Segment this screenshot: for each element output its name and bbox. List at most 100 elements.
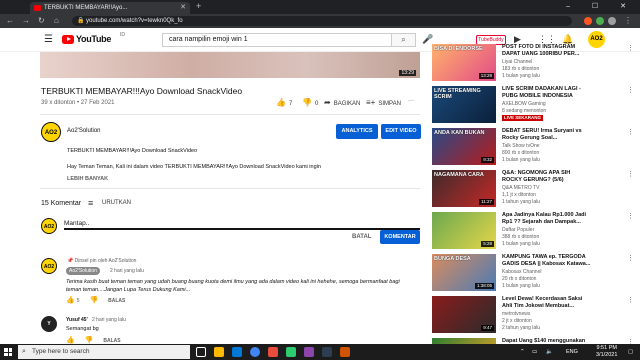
cancel-button[interactable]: BATAL — [352, 234, 371, 240]
more-options-icon[interactable]: ⋮ — [627, 170, 634, 178]
comment-dislike-icon[interactable]: 👎 — [89, 297, 98, 304]
more-options-icon[interactable]: ⋮ — [627, 212, 634, 220]
recommended-video[interactable]: 9:47 Level Dewa! Kecerdasan Saksi Ahli Tim… — [432, 296, 636, 336]
like-count: 7 — [288, 101, 293, 107]
comment-avatar[interactable]: Y — [41, 316, 57, 332]
recommended-title[interactable]: Level Dewa! Kecerdasan Saksi Ahli Tim Jok… — [502, 296, 634, 309]
recommended-title[interactable]: LIVE SCRIM DADAKAN LAGI - PUBG MOBILE IND… — [502, 86, 634, 99]
volume-icon[interactable]: 🔈 — [546, 344, 553, 360]
file-explorer-icon[interactable] — [214, 347, 224, 357]
comment-avatar[interactable]: AO2 — [41, 258, 57, 274]
comment-time[interactable]: 2 hari yang lalu — [110, 268, 144, 274]
home-icon[interactable]: ⌂ — [54, 14, 59, 28]
reply-button[interactable]: BALAS — [108, 298, 125, 304]
comment-author[interactable]: Yusuf 45' — [66, 317, 88, 323]
app-icon[interactable] — [268, 347, 278, 357]
video-thumbnail[interactable]: BISA DI ENDORSE 13:29 — [432, 44, 496, 81]
more-options-icon[interactable]: ⋮ — [627, 254, 634, 262]
forward-icon[interactable]: → — [22, 14, 30, 28]
video-duration: 13:29 — [478, 73, 494, 79]
taskbar-search-input[interactable]: ⌕ Type here to search — [18, 345, 190, 359]
recommended-video[interactable]: ANDA KAN BUKAN 9:32 DEBAT SERU! Irma Surya… — [432, 128, 636, 168]
app-icon[interactable] — [340, 347, 350, 357]
recommended-title[interactable]: Q&A: NGOMONG APA SIH ROCKY GERUNG? (5/6) — [502, 170, 634, 183]
more-options-icon[interactable]: ⋮ — [627, 44, 634, 52]
app-icon[interactable] — [322, 347, 332, 357]
browser-tab[interactable]: TERBUKTI MEMBAYAR!!Ayo... ✕ — [30, 2, 190, 14]
save-button[interactable]: ≡+ SIMPAN — [366, 98, 401, 107]
video-thumbnail[interactable]: BUNGA DESA 1:38:05 — [432, 254, 496, 291]
recommended-title[interactable]: DEBAT SERU! Irma Suryani vs Rocky Gerung … — [502, 128, 634, 141]
search-input[interactable]: cara nampilin emoji win 1 — [162, 33, 392, 47]
comment-like-icon[interactable]: 👍 — [66, 297, 75, 304]
video-thumbnail[interactable]: 9:47 — [432, 296, 496, 333]
window-controls[interactable]: – ☐ ✕ — [566, 0, 636, 14]
back-icon[interactable]: ← — [6, 14, 14, 28]
extension-icon[interactable] — [596, 17, 604, 25]
thumbs-up-icon: 👍 — [276, 98, 286, 107]
tray-chevron-icon[interactable]: ⌃ — [520, 344, 525, 360]
submit-comment-button[interactable]: KOMENTAR — [380, 230, 420, 244]
chrome-icon[interactable] — [250, 347, 260, 357]
search-button[interactable]: ⌕ — [392, 33, 416, 47]
edit-video-button[interactable]: EDIT VIDEO — [381, 124, 421, 139]
recommended-video[interactable]: 5:28 Apa Jadinya Kalau Rp1.000 Jadi Rp1 ??… — [432, 212, 636, 252]
browser-menu-icon[interactable]: ⋮ — [624, 14, 632, 28]
language-indicator[interactable]: ENG — [566, 344, 578, 360]
youtube-logo-icon[interactable] — [62, 35, 74, 44]
profile-icon[interactable] — [608, 17, 616, 25]
windows-start-icon[interactable] — [4, 348, 12, 356]
more-options-icon[interactable]: ⋮ — [627, 86, 634, 94]
video-thumbnail[interactable]: 5:28 — [432, 212, 496, 249]
divider — [40, 188, 420, 189]
recommended-age: 1 bulan yang lalu — [502, 157, 540, 163]
recommended-title[interactable]: POST FOTO DI INSTAGRAM DAPAT UANG 100RIBU… — [502, 44, 634, 57]
sort-button[interactable]: URUTKAN — [102, 200, 131, 206]
recommended-views: 800 rb x ditonton — [502, 150, 540, 156]
tab-close-icon[interactable]: ✕ — [180, 2, 186, 14]
task-view-icon[interactable] — [196, 347, 206, 357]
video-player[interactable]: 13:29 — [40, 52, 420, 78]
taskbar-clock[interactable]: 9:51 PM 3/1/2021 — [596, 345, 617, 359]
windows-taskbar: ⌕ Type here to search ⌃ ▭ 🔈 ENG 9:51 PM … — [0, 344, 640, 360]
youtube-logo-text[interactable]: YouTube — [76, 34, 111, 44]
recommended-video[interactable]: NAGAMANA CARA 11:27 Q&A: NGOMONG APA SIH RO… — [432, 170, 636, 210]
video-thumbnail[interactable]: ANDA KAN BUKAN 9:32 — [432, 128, 496, 165]
extension-icon[interactable] — [584, 17, 592, 25]
recommended-title[interactable]: Apa Jadinya Kalau Rp1.000 Jadi Rp1 ?? Sej… — [502, 212, 634, 225]
more-actions-icon[interactable]: ··· — [408, 98, 414, 104]
comment-time[interactable]: 2 hari yang lalu — [92, 317, 126, 323]
menu-icon[interactable]: ☰ — [44, 34, 53, 45]
reload-icon[interactable]: ↻ — [38, 14, 45, 28]
dislike-button[interactable]: 👎 0 — [302, 98, 318, 107]
channel-avatar[interactable]: AO2 — [41, 122, 61, 142]
like-button[interactable]: 👍 7 — [276, 98, 292, 107]
video-thumbnail[interactable]: LIVE STREAMING SCRIM — [432, 86, 496, 123]
edge-icon[interactable] — [232, 347, 242, 357]
recommended-video[interactable]: BUNGA DESA 1:38:05 KAMPUNG TAWA ep. TERGOD… — [432, 254, 636, 294]
premiere-icon[interactable] — [304, 347, 314, 357]
address-bar[interactable]: 🔒 youtube.com/watch?v=tewkn0Qk_fo — [72, 16, 572, 26]
share-button[interactable]: ➦ BAGIKAN — [324, 98, 360, 107]
recommended-video[interactable]: BISA DI ENDORSE 13:29 POST FOTO DI INSTAGR… — [432, 44, 636, 84]
comment-author[interactable]: Ao2'Solution — [66, 267, 100, 275]
recommended-views: 20 rb x ditonton — [502, 276, 537, 282]
recommended-video[interactable]: LIVE STREAMING SCRIM LIVE SCRIM DADAKAN L… — [432, 86, 636, 126]
more-options-icon[interactable]: ⋮ — [627, 296, 634, 304]
new-tab-button[interactable]: + — [196, 1, 201, 11]
comment-text: Terima kasih buat teman teman yang udah … — [66, 279, 400, 285]
recommended-title[interactable]: KAMPUNG TAWA ep. TERGODA GADIS DESA || Ka… — [502, 254, 634, 267]
app-icon[interactable] — [286, 347, 296, 357]
recommended-age: 1 bulan yang lalu — [502, 73, 540, 79]
comment-like-icon[interactable]: 👍 — [66, 337, 75, 344]
comment-input[interactable] — [64, 218, 420, 230]
network-icon[interactable]: ▭ — [532, 344, 537, 360]
notifications-center-icon[interactable]: ▢ — [628, 344, 633, 360]
analytics-button[interactable]: ANALYTICS — [336, 124, 378, 139]
sort-icon[interactable]: ≡ — [88, 198, 93, 208]
channel-name[interactable]: Ao2'Solution — [67, 128, 101, 134]
comment-dislike-icon[interactable]: 👎 — [85, 337, 94, 344]
more-options-icon[interactable]: ⋮ — [627, 128, 634, 136]
video-thumbnail[interactable]: NAGAMANA CARA 11:27 — [432, 170, 496, 207]
show-more-link[interactable]: LEBIH BANYAK — [67, 176, 108, 182]
